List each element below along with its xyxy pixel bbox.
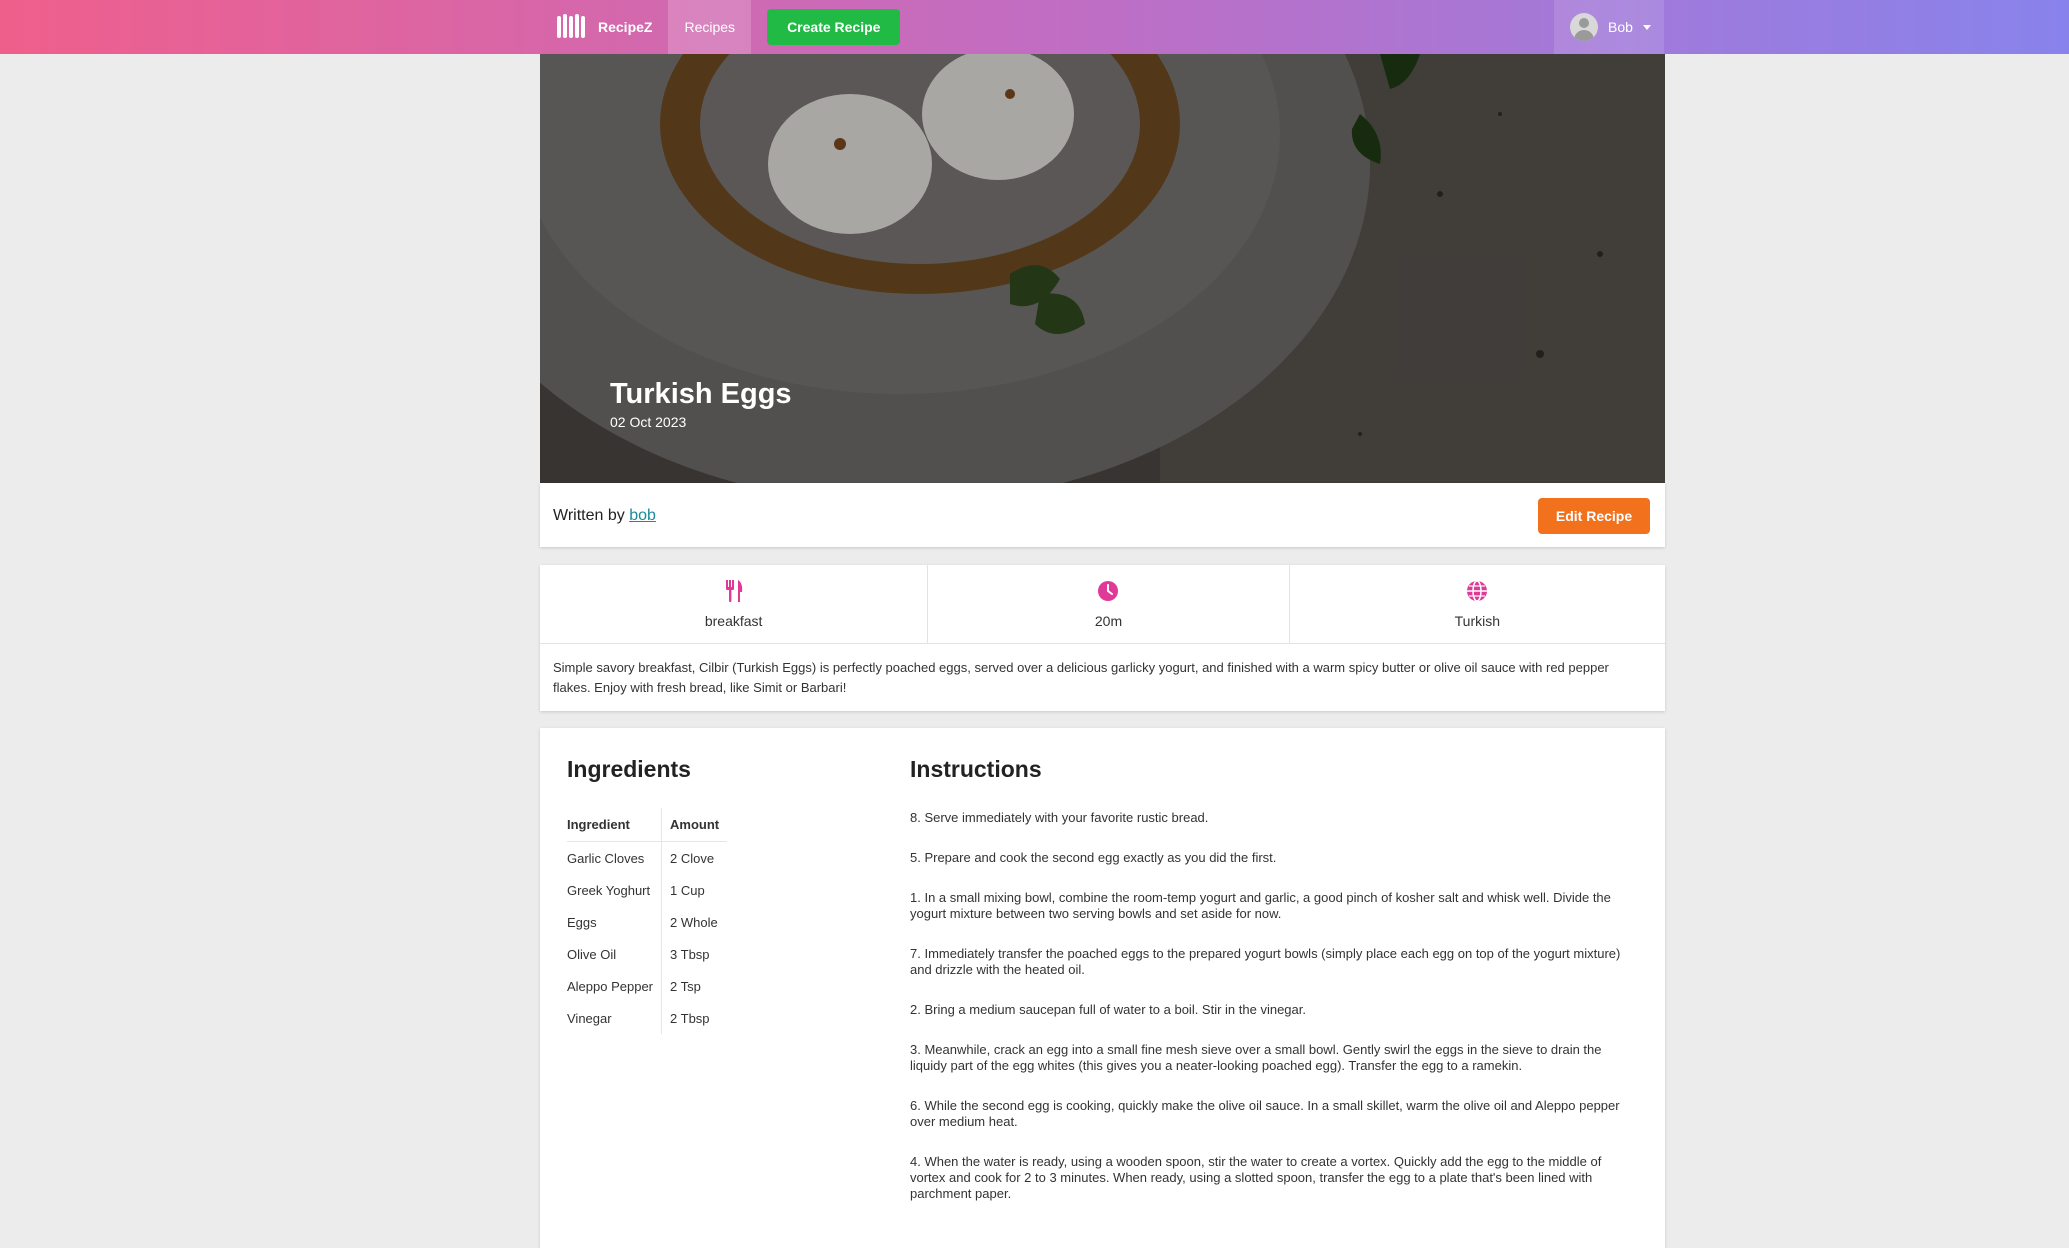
meta-time: 20m (927, 565, 1288, 643)
ingredient-name: Greek Yoghurt (567, 882, 651, 898)
instruction-step: 4. When the water is ready, using a wood… (910, 1154, 1602, 1201)
table-row: Olive Oil 3 Tbsp (567, 938, 728, 970)
ingredient-name: Garlic Cloves (567, 850, 645, 866)
table-row: Vinegar 2 Tbsp (567, 1002, 728, 1034)
ingredient-name: Vinegar (567, 1010, 612, 1026)
ingredients-header-row: Ingredient Amount (567, 808, 728, 842)
instructions-list: 8. Serve immediately with your favorite … (910, 810, 1640, 1226)
instruction-step: 2. Bring a medium saucepan full of water… (910, 1002, 1306, 1017)
avatar (1570, 13, 1598, 41)
author-bar: Written by bob Edit Recipe (540, 483, 1665, 547)
instruction-step: 1. In a small mixing bowl, combine the r… (910, 890, 1611, 921)
chevron-down-icon (1642, 24, 1651, 30)
instruction-step: 6. While the second egg is cooking, quic… (910, 1098, 1620, 1129)
ingredient-amount: 3 Tbsp (661, 938, 728, 970)
ingredient-column-header: Ingredient (567, 808, 662, 842)
recipe-hero-image: Turkish Eggs 02 Oct 2023 (540, 54, 1665, 483)
ingredient-amount: 2 Whole (661, 906, 728, 938)
recipe-title: Turkish Eggs (610, 378, 792, 410)
instruction-step: 7. Immediately transfer the poached eggs… (910, 946, 1621, 977)
brand-link[interactable]: RecipeZ (540, 0, 668, 54)
instruction-step: 8. Serve immediately with your favorite … (910, 810, 1209, 825)
cuisine-label: Turkish (1454, 612, 1501, 629)
recipe-date: 02 Oct 2023 (610, 414, 687, 430)
recipe-content-card: Ingredients Ingredient Amount Garlic Clo… (540, 728, 1665, 1248)
clock-icon (1097, 580, 1119, 605)
instruction-step: 3. Meanwhile, crack an egg into a small … (910, 1042, 1602, 1073)
utensils-logo-icon (556, 14, 588, 40)
top-navbar: RecipeZ Recipes Create Recipe Bob (0, 0, 2069, 54)
ingredient-amount: 2 Tbsp (661, 1002, 728, 1034)
ingredient-amount: 2 Clove (661, 841, 728, 874)
recipe-description: Simple savory breakfast, Cilbir (Turkish… (553, 660, 1609, 695)
ingredient-name: Olive Oil (567, 946, 617, 962)
edit-recipe-button[interactable]: Edit Recipe (1538, 498, 1650, 534)
recipe-meta-card: breakfast 20m Turkish Simple savory brea… (540, 565, 1665, 711)
user-menu-dropdown[interactable]: Bob (1554, 0, 1664, 54)
ingredient-name: Aleppo Pepper (567, 978, 654, 994)
instruction-step: 5. Prepare and cook the second egg exact… (910, 850, 1277, 865)
amount-column-header: Amount (661, 808, 728, 842)
written-by-label: Written by (553, 507, 625, 524)
table-row: Greek Yoghurt 1 Cup (567, 874, 728, 906)
table-row: Aleppo Pepper 2 Tsp (567, 970, 728, 1002)
author-link[interactable]: bob (629, 507, 656, 524)
time-label: 20m (1094, 612, 1123, 629)
globe-icon (1466, 579, 1488, 605)
meta-category: breakfast (540, 565, 927, 643)
table-row: Garlic Cloves 2 Clove (567, 841, 728, 874)
ingredient-amount: 1 Cup (661, 874, 728, 906)
nav-recipes-link[interactable]: Recipes (668, 0, 752, 54)
ingredient-amount: 2 Tsp (661, 970, 728, 1002)
create-recipe-button[interactable]: Create Recipe (767, 9, 901, 45)
recipe-meta-row: breakfast 20m Turkish (540, 565, 1665, 644)
instructions-heading: Instructions (910, 756, 1042, 782)
table-row: Eggs 2 Whole (567, 906, 728, 938)
brand-name: RecipeZ (598, 19, 653, 35)
utensils-icon (724, 579, 744, 605)
ingredients-table: Ingredient Amount Garlic Cloves 2 Clove … (567, 808, 728, 1034)
meta-cuisine: Turkish (1288, 565, 1665, 643)
user-name: Bob (1608, 19, 1633, 35)
category-label: breakfast (704, 612, 763, 629)
hero-photo (540, 54, 1665, 483)
ingredients-heading: Ingredients (567, 756, 691, 782)
nav-container: RecipeZ Recipes Create Recipe (540, 0, 901, 54)
written-by-text: Written by bob (553, 507, 656, 525)
ingredient-name: Eggs (567, 914, 597, 930)
